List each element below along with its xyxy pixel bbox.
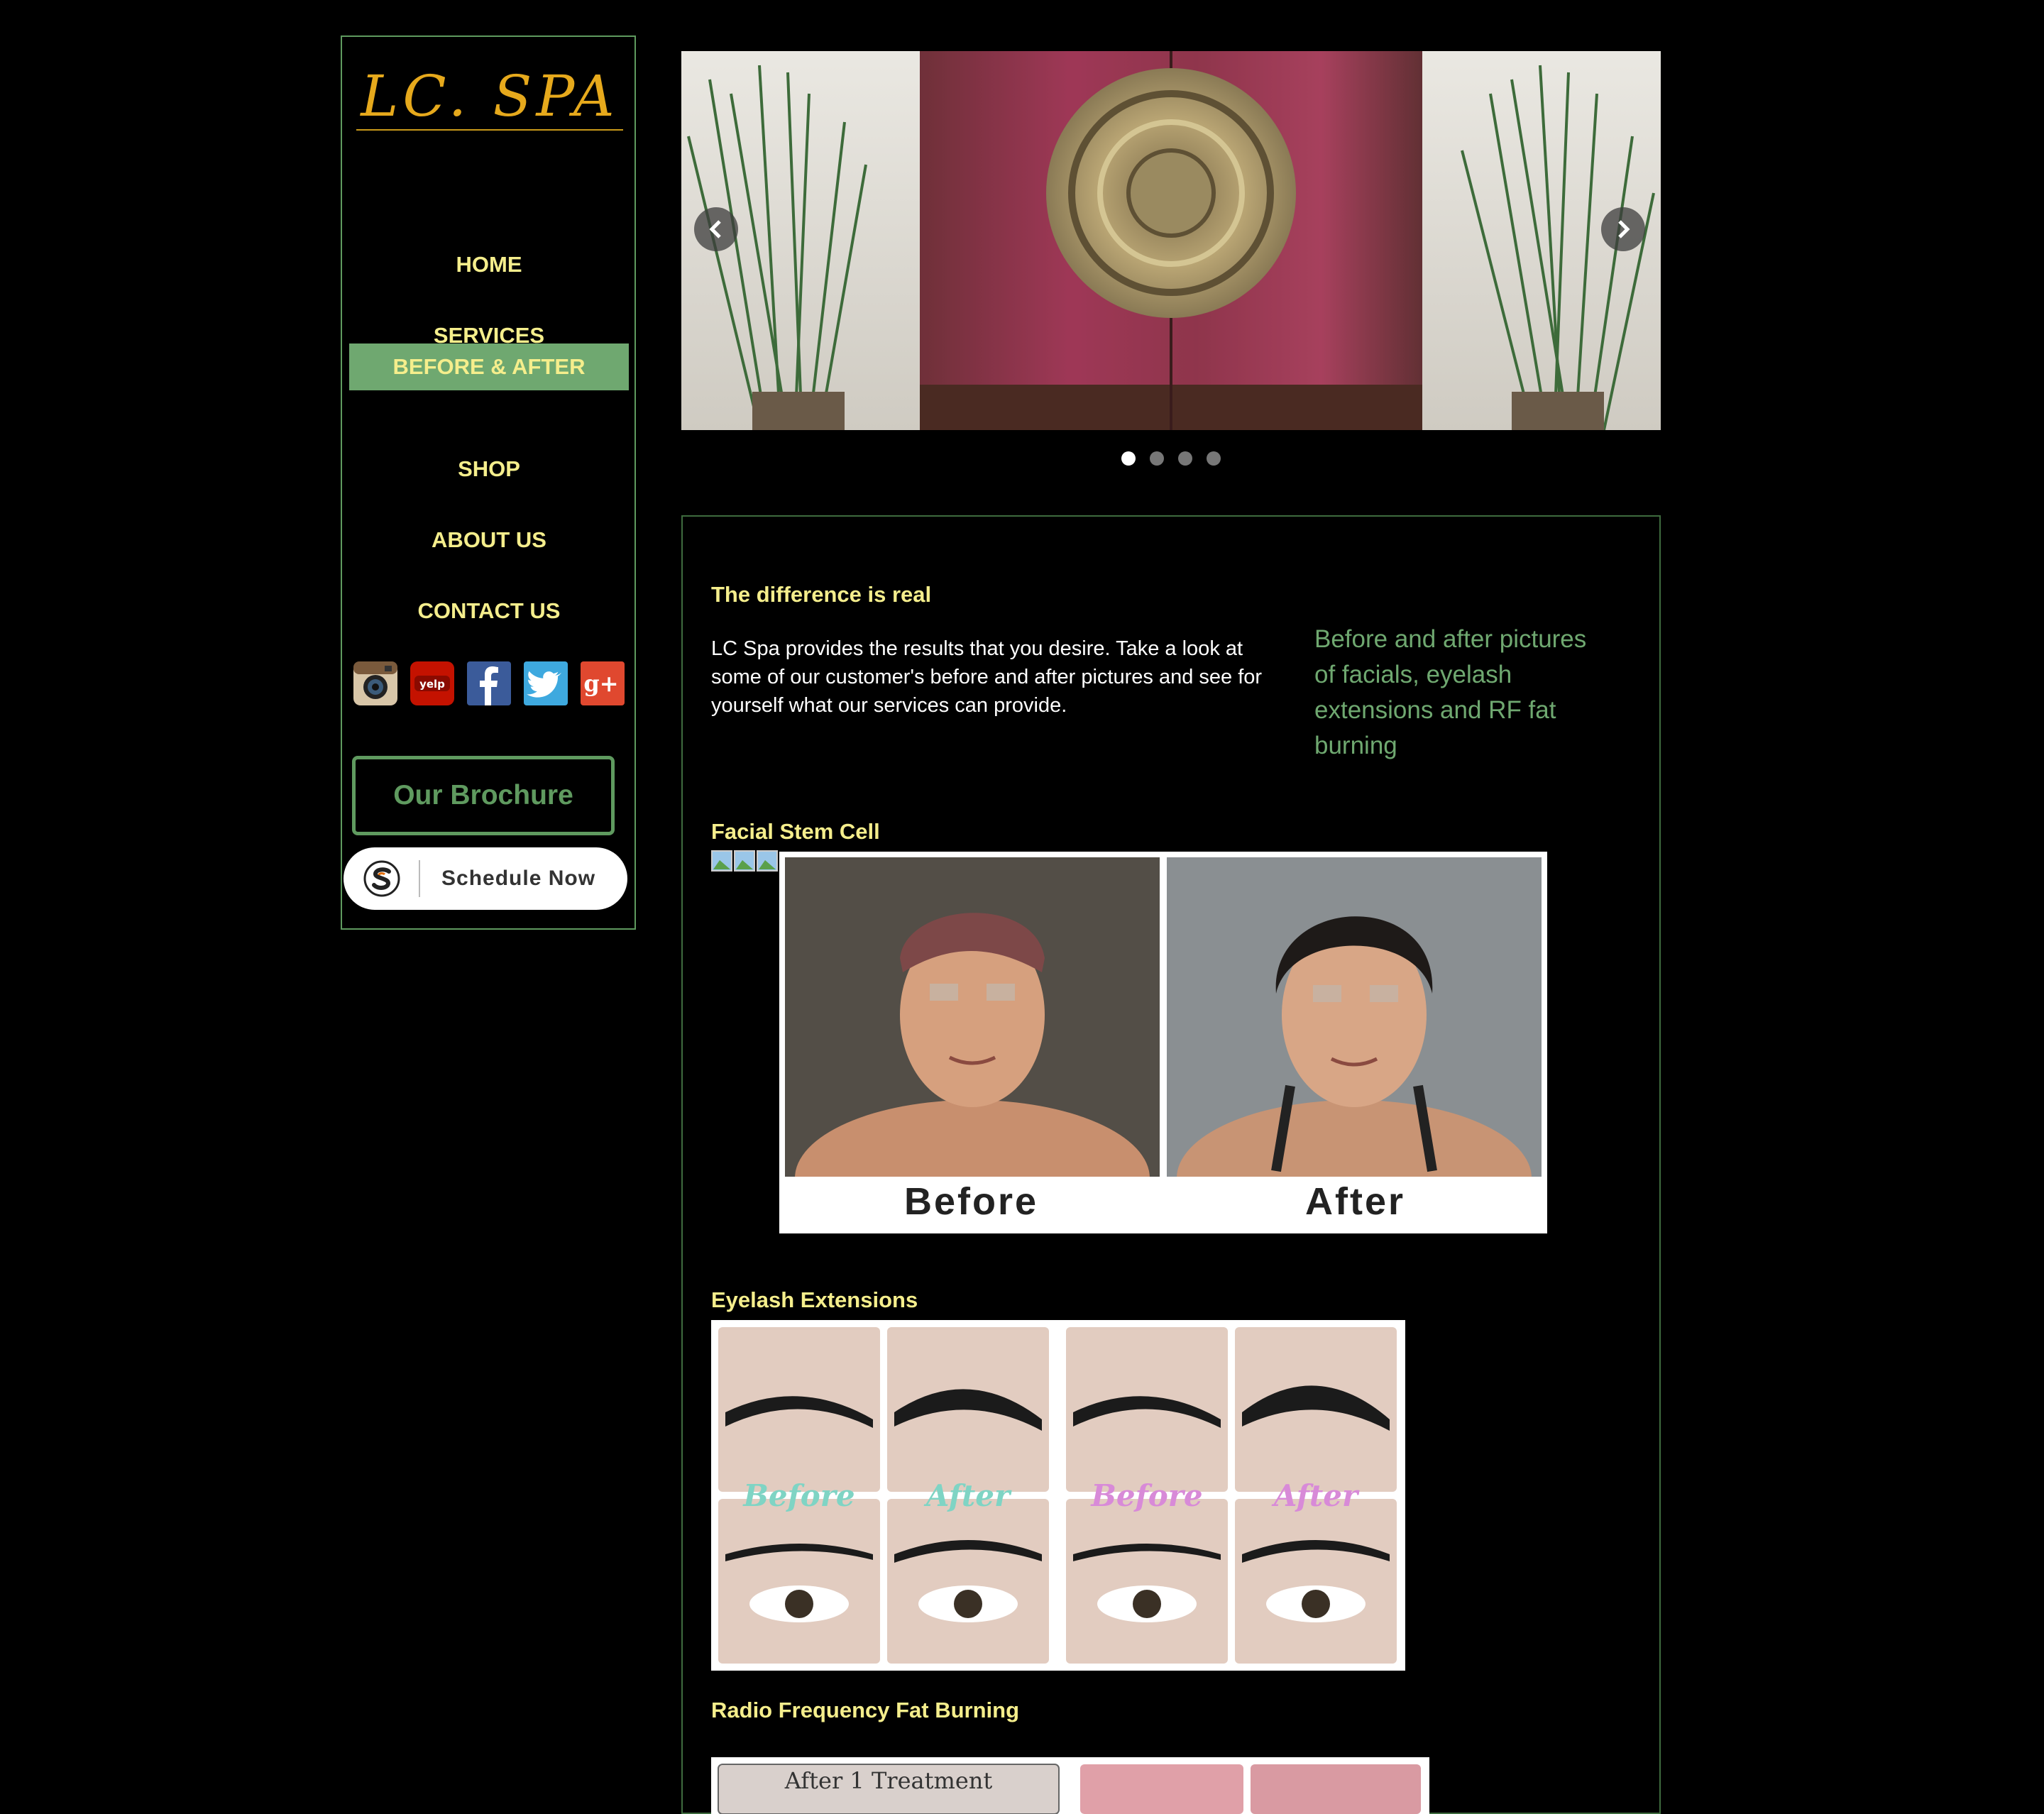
facebook-icon[interactable] <box>466 660 512 707</box>
photo-label-after: After <box>1304 1180 1405 1223</box>
site-logo[interactable]: LC. SPA <box>356 62 623 131</box>
intro-text: LC Spa provides the results that you des… <box>711 637 1263 717</box>
svg-text:g+: g+ <box>583 670 618 697</box>
photo-label-before: Before <box>903 1180 1039 1223</box>
slider-dot-4[interactable] <box>1207 451 1221 466</box>
svg-text:yelp: yelp <box>419 678 445 691</box>
svg-text:After: After <box>1271 1478 1360 1513</box>
main-content: The difference is real LC Spa provides t… <box>681 515 1661 1814</box>
schedule-now-label: Schedule Now <box>441 867 596 890</box>
svg-text:After: After <box>923 1478 1012 1513</box>
nav-about-us[interactable]: ABOUT US <box>349 517 629 564</box>
nav-before-after[interactable]: BEFORE & AFTER <box>349 343 629 390</box>
broken-image-placeholders <box>711 850 779 872</box>
facial-before-after-photo: Before After <box>779 852 1547 1233</box>
slider-dot-2[interactable] <box>1150 451 1164 466</box>
section-title-eyelash-extensions: Eyelash Extensions <box>711 1287 918 1312</box>
instagram-icon[interactable] <box>352 660 399 707</box>
svg-text:Before: Before <box>1090 1478 1202 1513</box>
svg-text:Before: Before <box>742 1478 855 1513</box>
slider-dot-1[interactable] <box>1121 451 1136 466</box>
hero-slide-image <box>681 51 1661 430</box>
schedule-separator <box>419 860 420 897</box>
section-title-facial-stem-cell: Facial Stem Cell <box>711 819 880 844</box>
nav-home[interactable]: HOME <box>349 241 629 288</box>
logo-underline <box>356 129 623 131</box>
slider-prev-arrow[interactable] <box>694 207 738 251</box>
nav-contact-us[interactable]: CONTACT US <box>349 588 629 634</box>
sidebar: LC. SPA HOME SERVICES BEFORE & AFTER SHO… <box>341 35 636 930</box>
schedule-now-button[interactable]: Schedule Now <box>344 847 627 910</box>
intro-aside: Before and after pictures of facials, ey… <box>1314 625 1587 759</box>
slider-dot-3[interactable] <box>1178 451 1192 466</box>
twitter-icon[interactable] <box>522 660 569 707</box>
svg-text:After 1 Treatment: After 1 Treatment <box>784 1767 993 1794</box>
rf-before-after-photo: After 1 Treatment <box>711 1757 1429 1814</box>
hero-slider <box>681 51 1661 430</box>
eyelash-before-after-photo: Before After Before After <box>711 1320 1405 1671</box>
yelp-icon[interactable]: yelp <box>409 660 456 707</box>
section-title-rf-fat-burning: Radio Frequency Fat Burning <box>711 1698 1020 1722</box>
brochure-button[interactable]: Our Brochure <box>352 756 615 835</box>
intro-heading: The difference is real <box>711 582 932 607</box>
schedulicity-icon <box>363 860 400 897</box>
slider-next-arrow[interactable] <box>1601 207 1645 251</box>
nav-shop[interactable]: SHOP <box>349 446 629 493</box>
google-plus-icon[interactable]: g+ <box>579 660 626 707</box>
